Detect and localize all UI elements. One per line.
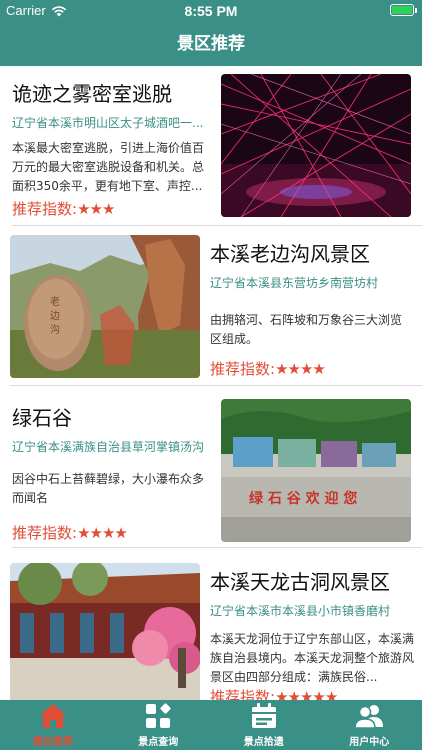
rating-label: 推荐指数: [12,200,78,218]
wall-caption: 绿 石 谷 欢 迎 您 [249,490,357,507]
svg-text:沟: 沟 [50,323,60,336]
tab-bar: 景区推荐 景点查询 景点拾遗 用户中心 [0,700,422,750]
spot-address: 辽宁省本溪满族自治县草河掌镇汤沟 [12,440,205,454]
welcome-wall-photo: 绿 石 谷 欢 迎 您 [221,399,411,542]
rating-stars: ★★★★ [275,360,326,378]
home-icon [39,704,66,728]
tab-user-center[interactable]: 用户中心 [317,700,422,750]
spot-rating: 推荐指数:★★★★ [12,522,128,543]
spot-photo[interactable]: 绿 石 谷 欢 迎 您 [221,399,411,542]
spot-card-3[interactable]: 绿石谷 辽宁省本溪满族自治县草河掌镇汤沟 因谷中石上苔藓碧绿，大小瀑布众多而闻名… [0,388,422,548]
spot-photo[interactable] [221,74,411,217]
status-right [390,4,417,16]
status-time: 8:55 PM [184,3,238,19]
spot-description: 本溪天龙洞位于辽宁东部山区，本溪满族自治县境内。本溪天龙洞整个旅游风景区由四部分… [210,632,414,684]
spot-photo[interactable]: 老 边 沟 [10,235,200,378]
grid-apps-icon [146,703,171,728]
rating-label: 推荐指数: [210,688,276,700]
tab-label: 景区推荐 [32,737,73,748]
carved-stone-mountain-photo: 老 边 沟 [10,235,200,378]
spot-address: 辽宁省本溪市本溪县小市镇香磨村 [210,604,391,618]
spot-description: 本溪最大密室逃脱，引进上海价值百万元的最大密室逃脱设备和机关。总面积350余平，… [12,141,205,193]
spot-title: 诡迹之雾密室逃脱 [12,82,172,106]
rating-stars: ★★★★★ [275,688,338,700]
spot-title: 本溪老边沟风景区 [210,242,370,266]
spot-card-1[interactable]: 诡迹之雾密室逃脱 辽宁省本溪市明山区太子城酒吧一... 本溪最大密室逃脱，引进上… [0,66,422,226]
tab-label: 用户中心 [349,737,390,748]
spot-address: 辽宁省本溪县东营坊乡南营坊村 [210,276,379,290]
card-divider [10,385,422,386]
spot-photo[interactable] [10,563,200,700]
spot-description: 由拥辂河、石阵坡和万象谷三大浏览区组成。 [210,313,403,346]
spot-description: 因谷中石上苔藓碧绿，大小瀑布众多而闻名 [12,472,205,505]
users-icon [354,705,384,729]
spot-title: 绿石谷 [12,406,72,430]
temple-blossom-photo [10,563,200,700]
calendar-icon [251,703,276,728]
spot-title: 本溪天龙古洞风景区 [210,570,390,594]
tab-scenic-recommend[interactable]: 景区推荐 [0,700,106,750]
spot-address: 辽宁省本溪市明山区太子城酒吧一... [12,116,204,130]
battery-icon [390,4,417,16]
rating-stars: ★★★ [77,200,115,218]
tab-label: 景点查询 [138,737,179,748]
rating-stars: ★★★★ [77,524,128,542]
laser-nightclub-photo [221,74,411,217]
spot-rating: 推荐指数:★★★ [12,198,115,219]
rating-label: 推荐指数: [12,524,78,542]
spot-card-4[interactable]: 本溪天龙古洞风景区 辽宁省本溪市本溪县小市镇香磨村 本溪天龙洞位于辽宁东部山区，… [0,548,422,700]
spot-rating: 推荐指数:★★★★★ [210,686,338,700]
rating-label: 推荐指数: [210,360,276,378]
status-bar: Carrier 8:55 PM [0,0,422,22]
svg-text:边: 边 [50,310,60,322]
spot-rating: 推荐指数:★★★★ [210,358,326,379]
spot-list[interactable]: 诡迹之雾密室逃脱 辽宁省本溪市明山区太子城酒吧一... 本溪最大密室逃脱，引进上… [0,66,422,700]
tab-label: 景点拾遗 [243,737,284,748]
stone-carving-text: 老 [50,295,60,308]
page-title: 景区推荐 [177,34,245,54]
spot-card-2[interactable]: 老 边 沟 本溪老边沟风景区 辽宁省本溪县东营坊乡南营坊村 由拥辂河、石阵坡和万… [0,226,422,386]
tab-spot-search[interactable]: 景点查询 [106,700,212,750]
tab-spot-gleanings[interactable]: 景点拾遗 [211,700,317,750]
nav-bar: 景区推荐 [0,22,422,66]
